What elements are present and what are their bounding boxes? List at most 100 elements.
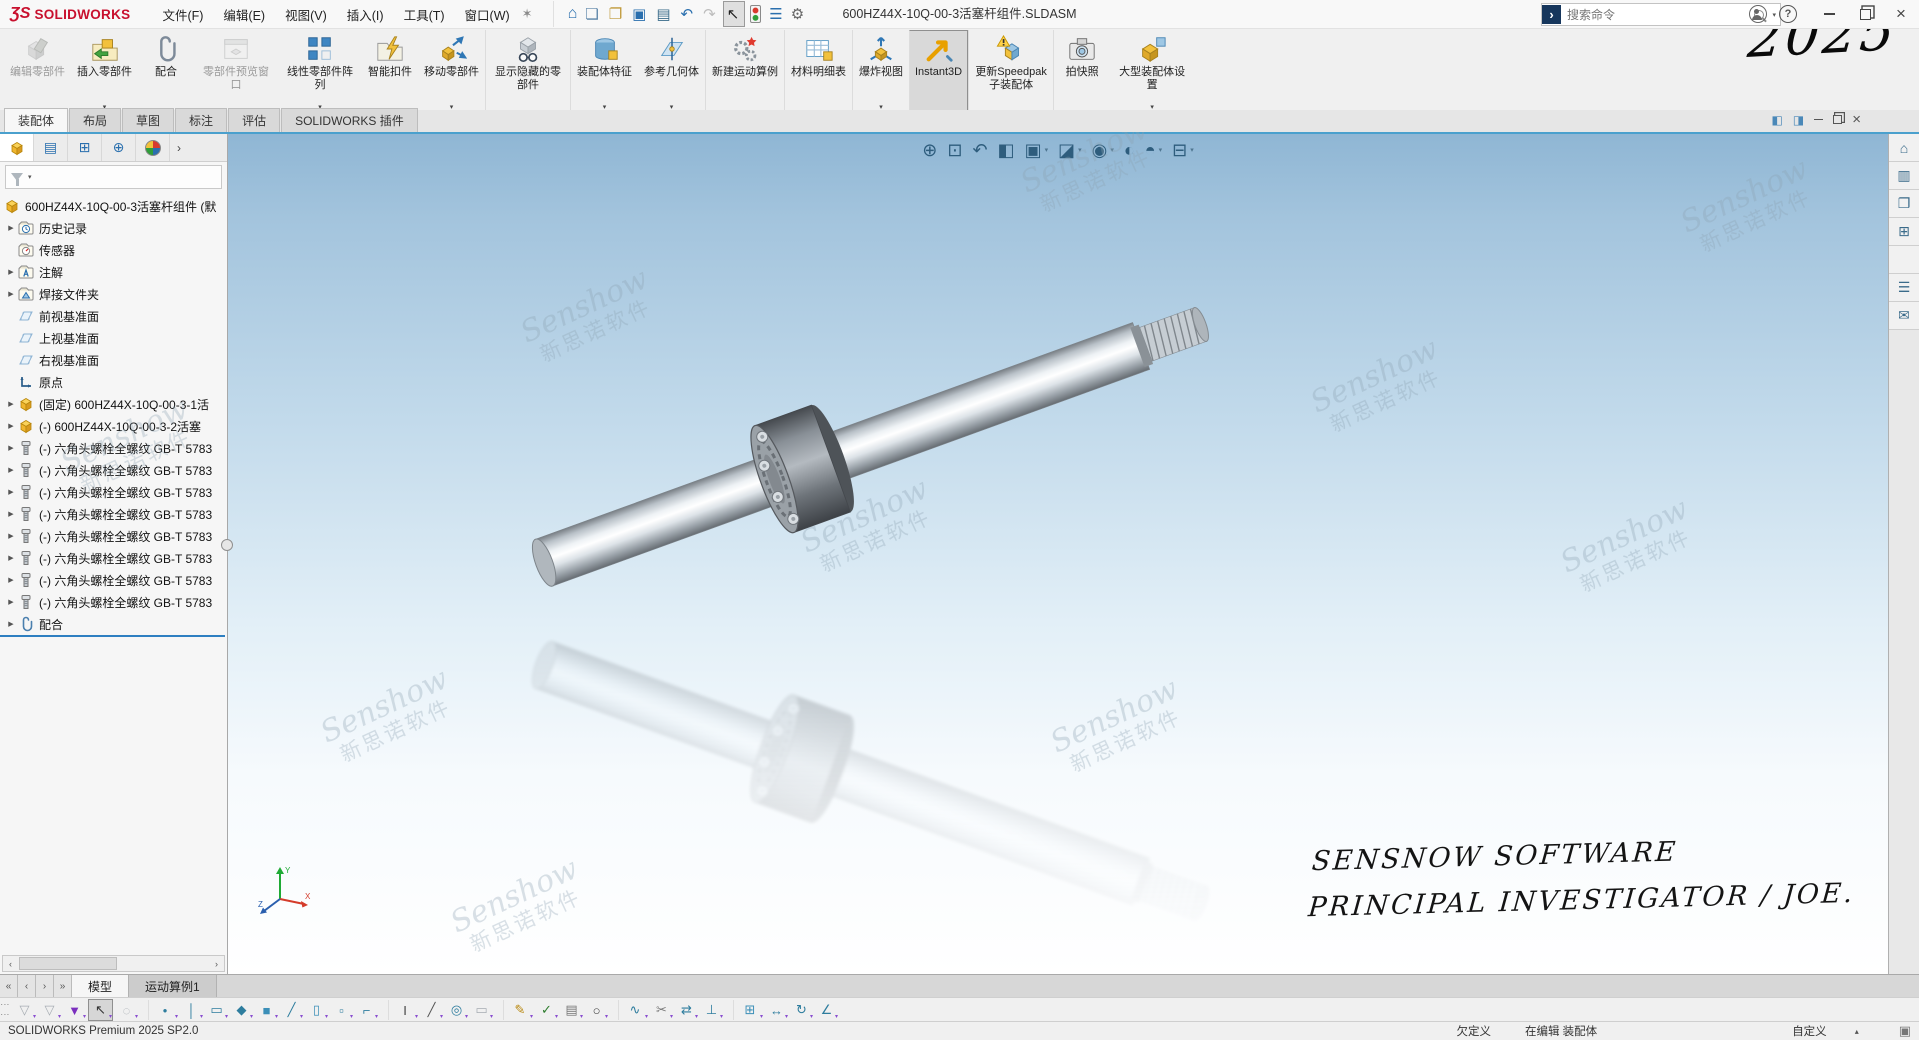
- measure-tool[interactable]: ∠ ▾: [815, 1000, 838, 1020]
- move-entities-tool[interactable]: ↔ ▾: [765, 1000, 788, 1020]
- tree-item[interactable]: ▶ (-) 六角头螺栓全螺纹 GB-T 5783: [0, 503, 227, 525]
- dropdown-caret-icon[interactable]: ▾: [645, 1013, 648, 1020]
- find-tool[interactable]: ○ ▾: [585, 1000, 608, 1020]
- command-tab[interactable]: 装配体: [4, 108, 68, 132]
- expand-arrow-icon[interactable]: ▶: [4, 422, 18, 430]
- dropdown-caret-icon[interactable]: ▾: [490, 1013, 493, 1020]
- apply-scene-icon[interactable]: ◓ ▾: [1140, 139, 1167, 161]
- tree-horizontal-scrollbar[interactable]: ‹ ›: [2, 955, 225, 972]
- new-document-button[interactable]: ❏: [582, 2, 603, 26]
- sketch-square-tool[interactable]: ▫ ▾: [330, 1000, 353, 1020]
- expand-arrow-icon[interactable]: ▶: [4, 466, 18, 474]
- dropdown-caret-icon[interactable]: ▾: [300, 1013, 303, 1020]
- rebuild-button[interactable]: [747, 2, 764, 26]
- ribbon-button[interactable]: 线性零部件阵列 ▾: [278, 30, 362, 112]
- dimension-tool[interactable]: I ▾: [388, 1000, 418, 1020]
- tab-property-manager[interactable]: ▤: [34, 134, 68, 161]
- dropdown-caret-icon[interactable]: ▾: [375, 1013, 378, 1020]
- mirror-tool[interactable]: ⇄ ▾: [675, 1000, 698, 1020]
- home-pane-icon[interactable]: ⌂: [1889, 134, 1919, 162]
- tab-nav-button[interactable]: »: [54, 975, 72, 998]
- section-view-icon[interactable]: ◧ ▾: [993, 139, 1020, 161]
- document-close-icon[interactable]: ×: [1852, 111, 1861, 128]
- toolbar-grip-icon[interactable]: ⋮⋮: [3, 1000, 7, 1020]
- tree-item[interactable]: ▶ (-) 六角头螺栓全螺纹 GB-T 5783: [0, 591, 227, 613]
- minimize-button[interactable]: [1811, 0, 1847, 28]
- undo-button[interactable]: ↶: [678, 2, 699, 26]
- tree-item[interactable]: ▶ (-) 600HZ44X-10Q-00-3-2活塞: [0, 415, 227, 437]
- document-restore-icon[interactable]: [1833, 115, 1842, 124]
- expand-arrow-icon[interactable]: ▶: [4, 532, 18, 540]
- pin-menu-icon[interactable]: ✶: [522, 6, 533, 22]
- previous-view-icon[interactable]: ↶ ▾: [967, 139, 992, 161]
- dropdown-caret-icon[interactable]: ▾: [695, 1013, 698, 1020]
- dashed-rect-tool[interactable]: ▭ ▾: [470, 1000, 493, 1020]
- table-tool[interactable]: ▤ ▾: [560, 1000, 583, 1020]
- document-minimize-icon[interactable]: [1814, 119, 1823, 121]
- quick-tip-icon[interactable]: ▣: [1899, 1023, 1911, 1039]
- dropdown-caret-icon[interactable]: ▾: [605, 1013, 608, 1020]
- sketch-plane-tool[interactable]: ▯ ▾: [305, 1000, 328, 1020]
- expand-arrow-icon[interactable]: ▶: [4, 400, 18, 408]
- tree-item[interactable]: ▶ 上视基准面: [0, 327, 227, 349]
- tree-item[interactable]: ▶ 焊接文件夹: [0, 283, 227, 305]
- dropdown-caret-icon[interactable]: ▾: [175, 1013, 178, 1020]
- expand-arrow-icon[interactable]: ▶: [4, 290, 18, 298]
- dropdown-caret-icon[interactable]: ▾: [83, 1013, 86, 1020]
- filter-caret-icon[interactable]: ▾: [28, 173, 32, 181]
- tree-item[interactable]: ▶ 前视基准面: [0, 305, 227, 327]
- sketch-box-tool[interactable]: ■ ▾: [255, 1000, 278, 1020]
- command-tab[interactable]: 标注: [175, 108, 227, 132]
- account-icon[interactable]: [1749, 5, 1767, 23]
- custom-properties-icon[interactable]: ☰: [1889, 274, 1919, 302]
- dropdown-caret-icon[interactable]: ▾: [135, 1013, 138, 1020]
- expand-arrow-icon[interactable]: ▶: [4, 488, 18, 496]
- dropdown-caret-icon[interactable]: ▾: [580, 1013, 583, 1020]
- redo-button[interactable]: ↷: [700, 2, 721, 26]
- dropdown-caret-icon[interactable]: ▾: [530, 1013, 533, 1020]
- dimension-diagonal-tool[interactable]: ╱ ▾: [420, 1000, 443, 1020]
- forum-icon[interactable]: ✉: [1889, 302, 1919, 330]
- tabs-overflow-icon[interactable]: ›: [170, 134, 188, 161]
- dropdown-caret-icon[interactable]: ▾: [225, 1013, 228, 1020]
- zoom-fit-icon[interactable]: ⊕ ▾: [917, 139, 942, 161]
- ribbon-button[interactable]: 配合 ▾: [138, 30, 194, 112]
- tree-item[interactable]: ▶ 传感器: [0, 239, 227, 261]
- help-icon[interactable]: ?: [1779, 5, 1797, 23]
- dropdown-caret-icon[interactable]: ▾: [109, 1013, 112, 1020]
- dropdown-caret-icon[interactable]: ▾: [720, 1013, 723, 1020]
- scrollbar-thumb[interactable]: [19, 957, 117, 970]
- ribbon-button[interactable]: 显示隐藏的零部件 ▾: [485, 30, 570, 112]
- options-list-button[interactable]: ☰: [766, 2, 785, 26]
- ribbon-button[interactable]: 新建运动算例 ▾: [705, 30, 784, 112]
- ribbon-button[interactable]: 插入零部件 ▾: [71, 30, 138, 112]
- tab-nav-button[interactable]: ›: [36, 975, 54, 998]
- sketch-rect-tool[interactable]: ▭ ▾: [205, 1000, 228, 1020]
- design-library-icon[interactable]: ▥: [1889, 162, 1919, 190]
- search-input[interactable]: [1561, 8, 1754, 22]
- view-palette-icon[interactable]: ⊞: [1889, 218, 1919, 246]
- reference-circle-tool[interactable]: ◎ ▾: [445, 1000, 468, 1020]
- tab-display-manager[interactable]: [136, 134, 170, 161]
- expand-arrow-icon[interactable]: ▶: [4, 510, 18, 518]
- tree-item[interactable]: ▶ 600HZ44X-10Q-00-3活塞杆组件 (默: [0, 195, 227, 217]
- ribbon-button[interactable]: 编辑零部件 ▾: [4, 30, 71, 112]
- view-settings-icon[interactable]: ⊟ ▾: [1167, 139, 1199, 161]
- ribbon-button[interactable]: Instant3D ▾: [909, 30, 968, 112]
- dropdown-caret-icon[interactable]: ▾: [555, 1013, 558, 1020]
- ribbon-button[interactable]: 智能扣件 ▾: [362, 30, 418, 112]
- expand-arrow-icon[interactable]: ▶: [4, 576, 18, 584]
- command-tab[interactable]: 评估: [228, 108, 280, 132]
- ribbon-button[interactable]: 大型装配体设置 ▾: [1110, 30, 1194, 112]
- check-tool[interactable]: ✓ ▾: [535, 1000, 558, 1020]
- tab-nav-button[interactable]: ‹: [18, 975, 36, 998]
- zoom-area-icon[interactable]: ⊡ ▾: [942, 139, 967, 161]
- spline-tool[interactable]: ∿ ▾: [618, 1000, 648, 1020]
- restore-button[interactable]: [1847, 0, 1883, 28]
- ribbon-button[interactable]: 爆炸视图 ▾: [852, 30, 909, 112]
- tree-item[interactable]: ▶ 注解: [0, 261, 227, 283]
- note-tool[interactable]: ✎ ▾: [503, 1000, 533, 1020]
- sketch-blob-tool[interactable]: ◆ ▾: [230, 1000, 253, 1020]
- ribbon-button[interactable]: 材料明细表 ▾: [784, 30, 852, 112]
- scroll-left-icon[interactable]: ‹: [3, 956, 18, 971]
